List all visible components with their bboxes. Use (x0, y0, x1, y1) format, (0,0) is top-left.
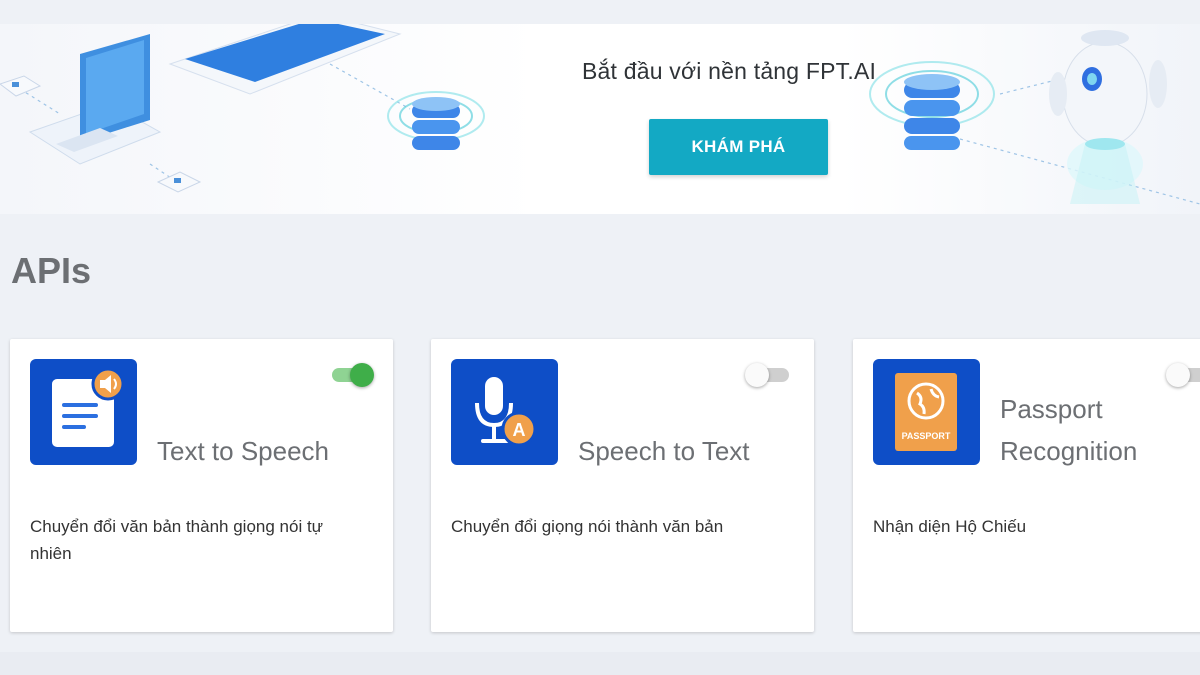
api-card-passport-recognition[interactable]: PASSPORT Passport Recognition Nhận diện … (853, 339, 1200, 632)
toggle-knob (1166, 363, 1190, 387)
api-card-speech-to-text[interactable]: A Speech to Text Chuyển đổi giọng nói th… (431, 339, 814, 632)
api-description: Chuyển đổi giọng nói thành văn bản (451, 517, 724, 536)
api-description: Chuyển đổi văn bản thành giọng nói tự nh… (30, 517, 324, 563)
microphone-text-icon: A (451, 359, 558, 465)
api-name: Speech to Text (578, 436, 750, 466)
node-icon (0, 75, 42, 97)
api-name: Text to Speech (157, 436, 329, 466)
passport-icon: PASSPORT (873, 359, 980, 465)
laptop-illustration (28, 34, 162, 165)
page-footer-strip (0, 652, 1200, 675)
enable-toggle[interactable] (328, 363, 374, 387)
tablet-illustration (168, 24, 402, 95)
svg-text:A: A (513, 420, 526, 440)
hero-banner: Bắt đầu với nền tảng FPT.AI KHÁM PHÁ (0, 24, 1200, 214)
toggle-knob (350, 363, 374, 387)
toggle-knob (745, 363, 769, 387)
banner-title: Bắt đầu với nền tảng FPT.AI (582, 58, 877, 84)
server-icon (869, 61, 995, 150)
node-icon (156, 171, 202, 193)
api-card-text-to-speech[interactable]: Text to Speech Chuyển đổi văn bản thành … (10, 339, 393, 632)
banner-illustration (0, 24, 1200, 205)
api-description: Nhận diện Hộ Chiếu (873, 517, 1027, 536)
explore-button[interactable]: KHÁM PHÁ (649, 119, 828, 175)
section-title: APIs (11, 250, 92, 291)
document-speaker-icon (30, 359, 137, 465)
robot-illustration (1049, 30, 1167, 204)
server-icon (387, 91, 485, 150)
passport-label: PASSPORT (902, 431, 951, 441)
api-name-line2: Recognition (1000, 436, 1138, 466)
api-name-line1: Passport (1000, 394, 1103, 424)
enable-toggle[interactable] (1166, 363, 1200, 387)
enable-toggle[interactable] (745, 363, 791, 387)
